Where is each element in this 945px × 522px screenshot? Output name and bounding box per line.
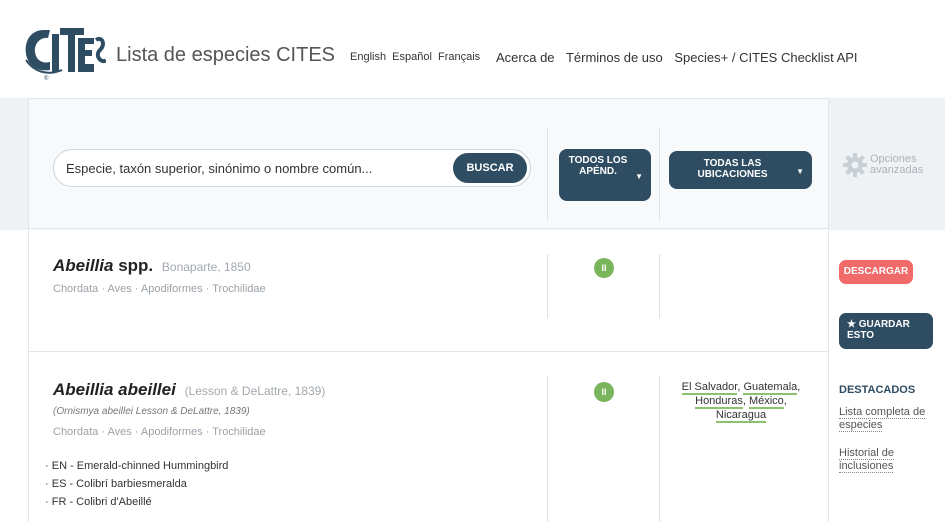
language-switcher: English Español Français (350, 51, 483, 63)
caret-down-icon: ▼ (796, 167, 804, 176)
species-genus: Abeillia (53, 256, 114, 275)
search-row: BUSCAR TODOS LOS APÉND. ▼ TODAS LAS UBIC… (29, 99, 828, 229)
gear-icon (843, 153, 867, 177)
common-name-fr: FR - Colibri d'Abeillé (51, 496, 152, 508)
taxon-phylum[interactable]: Chordata (53, 426, 98, 438)
locations-list: El Salvador, Guatemala, Honduras, México… (681, 381, 801, 423)
results-panel: BUSCAR TODOS LOS APÉND. ▼ TODAS LAS UBIC… (28, 98, 829, 522)
species-rank: spp. (118, 256, 154, 275)
common-name-en: EN - Emerald-chinned Hummingbird (51, 460, 229, 472)
save-button[interactable]: ★ GUARDAR ESTO (839, 313, 933, 349)
taxon-family[interactable]: Trochilidae (212, 426, 265, 438)
featured-link-history[interactable]: Historial de inclusiones (839, 447, 939, 473)
divider (659, 254, 660, 318)
divider (659, 129, 660, 221)
lang-espanol[interactable]: Español (392, 51, 432, 63)
header: ® Lista de especies CITES English Españo… (0, 0, 945, 98)
location-link[interactable]: Guatemala (743, 381, 798, 395)
sidebar: DESCARGAR ★ GUARDAR ESTO DESTACADOS List… (829, 230, 945, 522)
common-names-list: · EN - Emerald-chinned Hummingbird · ES … (45, 457, 228, 511)
search-button[interactable]: BUSCAR (453, 153, 527, 183)
common-name-item: · ES - Colibrí barbiesmeralda (45, 478, 187, 490)
taxon-order[interactable]: Apodiformes (141, 426, 203, 438)
locations-dropdown-label: TODAS LAS UBICACIONES (697, 158, 768, 180)
nav-about[interactable]: Acerca de (496, 50, 555, 65)
lang-francais[interactable]: Français (438, 51, 480, 63)
divider (547, 254, 548, 318)
location-link[interactable]: Nicaragua (715, 409, 767, 423)
registered-mark: ® (44, 75, 49, 82)
taxon-phylum[interactable]: Chordata (53, 283, 98, 295)
site-title: Lista de especies CITES (116, 44, 335, 66)
result-row: Abeillia abeillei (Lesson & DeLattre, 18… (29, 352, 828, 522)
common-name-es: ES - Colibrí barbiesmeralda (51, 478, 187, 490)
divider (659, 376, 660, 522)
locations-dropdown[interactable]: TODAS LAS UBICACIONES ▼ (669, 151, 812, 189)
divider (547, 376, 548, 522)
common-name-item: · EN - Emerald-chinned Hummingbird (45, 460, 229, 472)
search-input[interactable] (66, 150, 446, 186)
species-synonym: (Ornismya abeillei Lesson & DeLattre, 18… (53, 406, 250, 417)
appendices-dropdown[interactable]: TODOS LOS APÉND. ▼ (559, 149, 651, 201)
featured-link-label: Historial de inclusiones (839, 447, 895, 473)
divider (547, 129, 548, 221)
main-nav: Acerca de Términos de uso Species+ / CIT… (496, 50, 866, 65)
common-name-item: · FR - Colibri d'Abeillé (45, 496, 152, 508)
taxon-class[interactable]: Aves (107, 426, 131, 438)
taxon-class[interactable]: Aves (107, 283, 131, 295)
location-link[interactable]: México (748, 395, 784, 409)
lang-english[interactable]: English (350, 51, 386, 63)
species-author: (Lesson & DeLattre, 1839) (184, 384, 326, 398)
nav-terms[interactable]: Términos de uso (566, 50, 663, 65)
advanced-options-label: Opciones avanzadas (870, 153, 924, 176)
featured-link-full-list[interactable]: Lista completa de especies (839, 406, 939, 432)
appendices-dropdown-label: TODOS LOS APÉND. (568, 155, 628, 177)
species-name[interactable]: Abeillia spp. Bonaparte, 1850 (53, 256, 251, 276)
appendix-badge: II (594, 382, 614, 402)
location-link[interactable]: El Salvador (681, 381, 738, 395)
search-box: BUSCAR (53, 149, 531, 187)
species-taxonomy: Chordata · Aves · Apodiformes · Trochili… (53, 426, 266, 438)
species-taxonomy: Chordata · Aves · Apodiformes · Trochili… (53, 283, 266, 295)
appendix-badge: II (594, 258, 614, 278)
species-name[interactable]: Abeillia abeillei (Lesson & DeLattre, 18… (53, 380, 325, 400)
species-author: Bonaparte, 1850 (161, 260, 251, 274)
taxon-order[interactable]: Apodiformes (141, 283, 203, 295)
taxon-family[interactable]: Trochilidae (212, 283, 265, 295)
cites-logo[interactable]: ® (22, 20, 106, 82)
location-link[interactable]: Honduras (695, 395, 743, 409)
download-button[interactable]: DESCARGAR (839, 260, 913, 284)
species-binomial: Abeillia abeillei (53, 380, 176, 399)
result-row: Abeillia spp. Bonaparte, 1850 Chordata ·… (29, 230, 828, 352)
featured-heading: DESTACADOS (839, 384, 916, 396)
featured-link-label: Lista completa de especies (839, 406, 926, 432)
nav-api[interactable]: Species+ / CITES Checklist API (674, 50, 857, 65)
caret-down-icon: ▼ (635, 172, 643, 181)
